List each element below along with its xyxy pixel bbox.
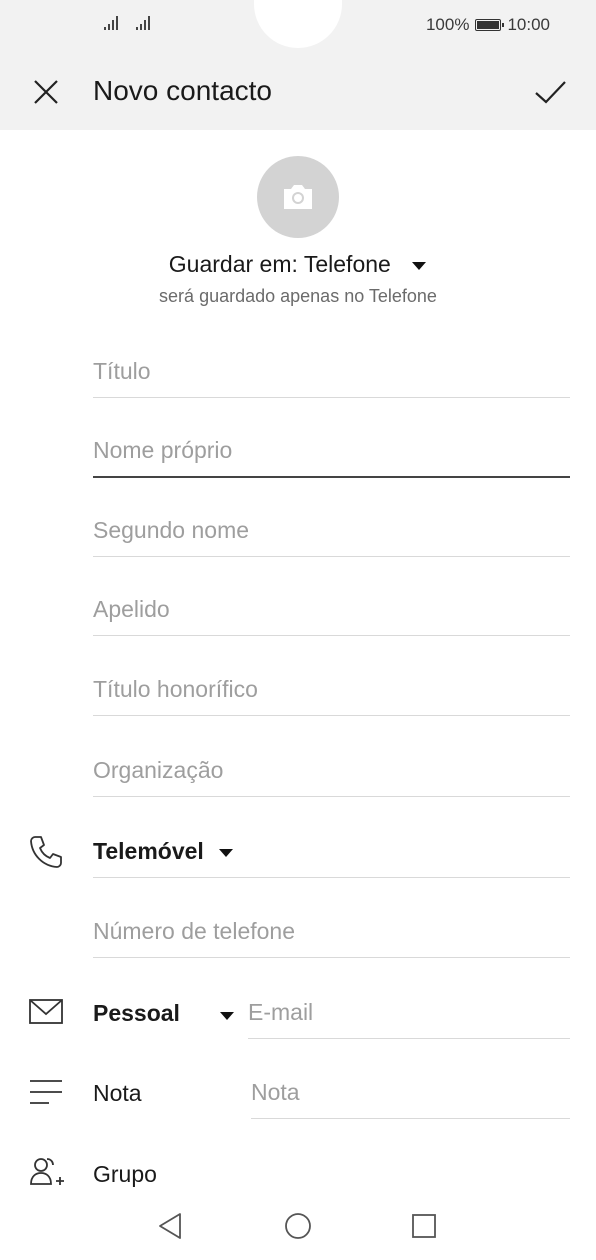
clock: 10:00 <box>507 15 550 34</box>
email-type-selector[interactable]: Pessoal <box>93 979 243 1039</box>
phone-number-field[interactable]: Número de telefone <box>93 898 570 958</box>
note-placeholder: Nota <box>251 1079 300 1105</box>
save-location-selector[interactable]: Guardar em: Telefone <box>0 248 596 280</box>
caret-down-icon <box>218 848 233 857</box>
check-icon[interactable] <box>530 72 570 112</box>
navigation-bar <box>0 1196 596 1260</box>
title-field[interactable]: Título <box>93 338 570 398</box>
group-label: Grupo <box>93 1161 157 1187</box>
phone-type-label: Telemóvel <box>93 837 234 865</box>
honorific-placeholder: Título honorífico <box>93 676 258 702</box>
first-name-field[interactable]: Nome próprio <box>93 418 570 478</box>
save-location-label: Guardar em: Telefone <box>168 251 391 277</box>
signal-icon-2 <box>136 16 150 30</box>
email-type-label: Pessoal <box>93 1000 180 1026</box>
notes-icon <box>30 1080 62 1104</box>
middle-name-placeholder: Segundo nome <box>93 517 250 543</box>
camera-icon <box>284 185 312 209</box>
page-title: Novo contacto <box>93 75 272 106</box>
title-placeholder: Título <box>93 358 151 384</box>
first-name-placeholder: Nome próprio <box>93 437 233 463</box>
back-icon[interactable] <box>150 1206 190 1246</box>
home-icon[interactable] <box>278 1206 318 1246</box>
close-icon[interactable] <box>28 74 64 110</box>
recents-icon[interactable] <box>404 1206 444 1246</box>
contact-photo-button[interactable] <box>257 156 339 238</box>
status-right: 100% 10:00 <box>426 14 550 36</box>
email-field[interactable]: E-mail <box>248 979 570 1039</box>
signal-icon <box>104 16 118 30</box>
organization-field[interactable]: Organização <box>93 737 570 797</box>
last-name-field[interactable]: Apelido <box>93 576 570 636</box>
save-location-subtitle: será guardado apenas no Telefone <box>159 286 437 306</box>
group-icon <box>30 1158 64 1185</box>
email-placeholder: E-mail <box>248 999 314 1025</box>
group-row[interactable]: Grupo <box>93 1146 293 1190</box>
phone-type-text: Telemóvel <box>93 838 204 864</box>
camera-notch <box>254 0 342 48</box>
battery-percent: 100% <box>425 15 470 34</box>
organization-placeholder: Organização <box>93 757 224 783</box>
caret-down-icon <box>412 261 427 270</box>
phone-type-selector[interactable]: Telemóvel <box>93 818 570 878</box>
battery-icon <box>475 19 505 31</box>
middle-name-field[interactable]: Segundo nome <box>93 497 570 557</box>
toolbar: Novo contacto <box>0 52 596 130</box>
phone-icon <box>30 836 62 868</box>
mail-icon <box>29 999 63 1024</box>
note-field[interactable]: Nota <box>251 1059 570 1119</box>
honorific-field[interactable]: Título honorífico <box>93 656 570 716</box>
status-bar: 100% 10:00 <box>0 0 596 52</box>
note-label: Nota <box>93 1080 142 1106</box>
phone-number-placeholder: Número de telefone <box>93 918 296 944</box>
note-label-wrap: Nota <box>93 1059 233 1119</box>
caret-down-icon <box>220 1012 234 1020</box>
last-name-placeholder: Apelido <box>93 596 170 622</box>
